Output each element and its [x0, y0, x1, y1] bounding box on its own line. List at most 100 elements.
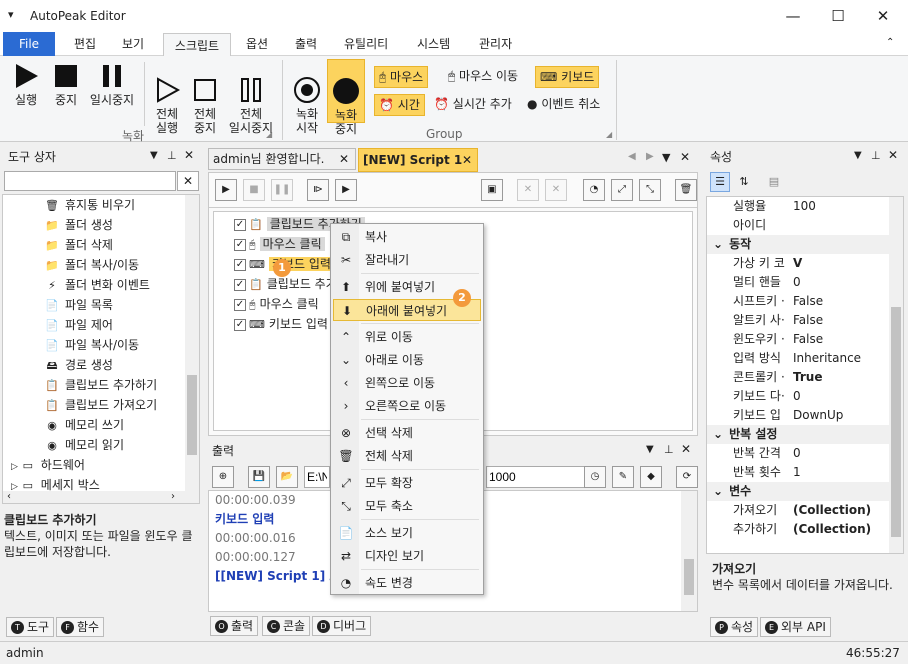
- property-row[interactable]: 추가하기 (Collection): [707, 520, 889, 539]
- toolbox-item[interactable]: ◉ 메모리 쓰기: [3, 415, 199, 435]
- output-path-input[interactable]: [304, 466, 330, 488]
- editor-stop-button[interactable]: ■: [243, 179, 265, 201]
- output-refresh-button[interactable]: ⟳: [676, 466, 698, 488]
- output-scrollbar[interactable]: [681, 491, 697, 611]
- menu-output[interactable]: 출력: [289, 32, 323, 56]
- context-menu-item-view-design[interactable]: ⇄ 디자인 보기: [333, 545, 481, 567]
- tab-script-1[interactable]: [NEW] Script 1 ✕: [358, 148, 478, 172]
- run-all-button[interactable]: 전체 실행: [148, 62, 186, 149]
- time-toggle[interactable]: ⏰ 시간: [374, 94, 425, 116]
- context-menu-item-move-up[interactable]: ⌃ 위로 이동: [333, 326, 481, 348]
- clear-search-icon[interactable]: ✕: [177, 171, 199, 191]
- context-menu-item-change-speed[interactable]: ◔ 속도 변경: [333, 572, 481, 594]
- property-row[interactable]: 가상 키 코V: [707, 254, 889, 273]
- dropdown-icon[interactable]: ▼: [150, 150, 158, 161]
- output-add-button[interactable]: ⊕: [212, 466, 234, 488]
- editor-run-selected-button[interactable]: ▶: [335, 179, 357, 201]
- output-brush-button[interactable]: ✎: [612, 466, 634, 488]
- editor-delete-all-button[interactable]: ✕: [545, 179, 567, 201]
- toolbox-item[interactable]: 📋 클립보드 추가하기: [3, 375, 199, 395]
- tab-list-icon[interactable]: ▼: [662, 151, 670, 164]
- editor-pause-button[interactable]: ❚❚: [271, 179, 293, 201]
- collapse-arrow-icon[interactable]: ⌄: [707, 427, 729, 441]
- keyboard-toggle[interactable]: ⌨ 키보드: [535, 66, 600, 88]
- tab-scroll-left-icon[interactable]: ◀: [628, 151, 636, 162]
- property-row[interactable]: 반복 횟수 1: [707, 463, 889, 482]
- toolbox-item[interactable]: 🖴 경로 생성: [3, 355, 199, 375]
- property-row[interactable]: 키보드 입 DownUp: [707, 406, 889, 425]
- scrollbar-thumb[interactable]: [187, 375, 197, 455]
- context-menu-item-delete-all[interactable]: 🗑 전체 삭제: [333, 445, 481, 467]
- property-category[interactable]: ⌄ 반복 설정: [707, 425, 889, 444]
- property-row[interactable]: 알트키 사· False: [707, 311, 889, 330]
- context-menu-item-copy[interactable]: ⧉ 복사: [333, 226, 481, 248]
- menu-script[interactable]: 스크립트: [163, 33, 231, 57]
- menu-view[interactable]: 보기: [116, 32, 150, 56]
- tab-tools[interactable]: T 도구: [6, 617, 55, 637]
- expand-arrow-icon[interactable]: ▷: [11, 462, 21, 472]
- menu-edit[interactable]: 편집: [68, 32, 102, 56]
- output-open-button[interactable]: 📂: [276, 466, 298, 488]
- property-row[interactable]: 키보드 다· 0: [707, 387, 889, 406]
- script-row-checkbox[interactable]: ✓: [234, 218, 246, 231]
- property-row[interactable]: 멀티 핸들 0: [707, 273, 889, 292]
- context-menu-item-delete-selected[interactable]: ⊗ 선택 삭제: [333, 422, 481, 444]
- script-row-checkbox[interactable]: ✓: [234, 318, 246, 331]
- property-row[interactable]: 가져오기 (Collection): [707, 501, 889, 520]
- tab-external-api[interactable]: E 외부 API: [760, 617, 831, 637]
- close-icon[interactable]: ✕: [681, 442, 691, 456]
- tab-console[interactable]: C 콘솔: [262, 616, 311, 636]
- property-row[interactable]: 콘트롤키 · True: [707, 368, 889, 387]
- editor-collapse-button[interactable]: ⤡: [639, 179, 661, 201]
- context-menu-item-cut[interactable]: ✂ 잘라내기: [333, 249, 481, 271]
- property-row[interactable]: 아이디: [707, 216, 889, 235]
- run-button[interactable]: 실행: [6, 62, 46, 107]
- toolbox-item[interactable]: 📋 클립보드 가져오기: [3, 395, 199, 415]
- property-category[interactable]: ⌄ 변수: [707, 482, 889, 501]
- record-stop-button[interactable]: 녹화 중지: [327, 59, 365, 136]
- output-fill-button[interactable]: ◆: [640, 466, 662, 488]
- editor-clear-button[interactable]: 🗑: [675, 179, 697, 201]
- toolbox-hscrollbar[interactable]: ‹ ›: [3, 491, 199, 503]
- group-launcher-icon[interactable]: ◢: [266, 130, 272, 139]
- menu-utility[interactable]: 유틸리티: [338, 32, 394, 56]
- menu-options[interactable]: 옵션: [240, 32, 274, 56]
- dropdown-icon[interactable]: ▼: [854, 150, 862, 161]
- script-row-checkbox[interactable]: ✓: [234, 258, 246, 271]
- pause-button[interactable]: 일시중지: [86, 62, 138, 107]
- editor-delete-button[interactable]: ✕: [517, 179, 539, 201]
- tab-welcome[interactable]: admin님 환영합니다. ✕: [208, 148, 356, 170]
- context-menu-item-collapse-all[interactable]: ⤡ 모두 축소: [333, 495, 481, 517]
- close-doc-icon[interactable]: ✕: [680, 150, 690, 164]
- toolbox-item[interactable]: 📁 폴더 복사/이동: [3, 255, 199, 275]
- collapse-ribbon-icon[interactable]: ⌃: [886, 37, 894, 48]
- tab-functions[interactable]: F 함수: [56, 617, 105, 637]
- context-menu-item-view-source[interactable]: 📄 소스 보기: [333, 522, 481, 544]
- system-menu-icon[interactable]: ▾: [8, 8, 14, 21]
- sort-alpha-icon[interactable]: ⇅: [734, 172, 754, 192]
- stop-button[interactable]: 중지: [46, 62, 86, 107]
- toolbox-item[interactable]: 🗑 휴지통 비우기: [3, 195, 199, 215]
- output-count-input[interactable]: [486, 466, 586, 488]
- tab-scroll-right-icon[interactable]: ▶: [646, 151, 654, 162]
- collapse-arrow-icon[interactable]: ⌄: [707, 237, 729, 251]
- menu-system[interactable]: 시스템: [411, 32, 456, 56]
- editor-speed-button[interactable]: ◔: [583, 179, 605, 201]
- event-cancel-button[interactable]: ● 이벤트 취소: [523, 94, 604, 116]
- scrollbar-thumb[interactable]: [891, 307, 901, 537]
- menu-file[interactable]: File: [3, 32, 55, 56]
- context-menu-item-expand-all[interactable]: ⤢ 모두 확장: [333, 472, 481, 494]
- tab-output[interactable]: O 출력: [210, 616, 259, 636]
- minimize-button[interactable]: —: [770, 0, 816, 32]
- toolbox-group[interactable]: ▷ ▭ 하드웨어: [3, 455, 199, 475]
- pin-icon[interactable]: ⊥: [664, 443, 674, 456]
- context-menu-item-move-down[interactable]: ⌄ 아래로 이동: [333, 349, 481, 371]
- toolbox-item[interactable]: 📄 파일 복사/이동: [3, 335, 199, 355]
- toolbox-search-input[interactable]: [4, 171, 176, 191]
- scroll-left-icon[interactable]: ‹: [7, 491, 11, 502]
- toolbox-item[interactable]: ◉ 메모리 읽기: [3, 435, 199, 455]
- editor-run-button[interactable]: ▶: [215, 179, 237, 201]
- script-row-checkbox[interactable]: ✓: [234, 278, 246, 291]
- group-launcher-icon[interactable]: ◢: [606, 130, 612, 139]
- context-menu-item-move-right[interactable]: › 오른쪽으로 이동: [333, 395, 481, 417]
